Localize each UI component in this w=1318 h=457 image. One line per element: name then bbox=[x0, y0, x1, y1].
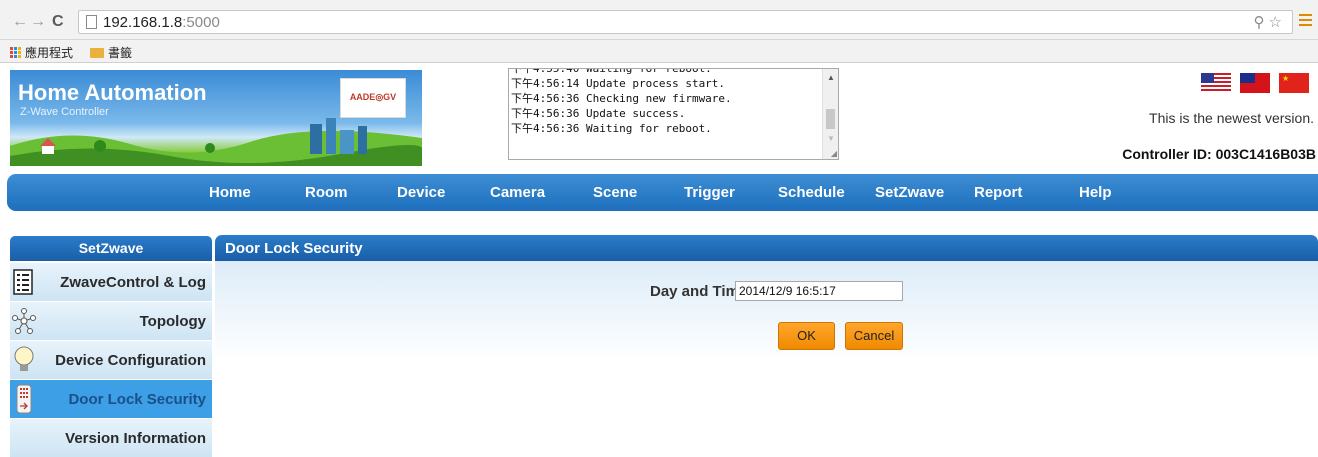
panel-title: Door Lock Security bbox=[225, 240, 363, 257]
brand-logo: AADE◎GV bbox=[340, 78, 406, 118]
panel-header: Door Lock Security bbox=[215, 235, 1318, 261]
us-flag-icon[interactable] bbox=[1201, 73, 1231, 93]
page-icon bbox=[86, 15, 97, 29]
cancel-button[interactable]: Cancel bbox=[845, 322, 903, 350]
door-lock-icon bbox=[16, 384, 32, 414]
scroll-down-icon[interactable]: ▼ bbox=[827, 134, 835, 143]
bookmarks-bar: 應用程式 書籤 bbox=[0, 40, 1318, 63]
sidebar-item-zwavecontrol-log[interactable]: ZwaveControl & Log bbox=[10, 263, 212, 301]
url-text: 192.168.1.8:5000 bbox=[103, 14, 220, 31]
controller-id: Controller ID: 003C1416B03B bbox=[1122, 146, 1316, 162]
nav-room[interactable]: Room bbox=[305, 184, 348, 201]
star-icon[interactable]: ☆ bbox=[1269, 14, 1286, 31]
forward-arrow-icon[interactable]: → bbox=[30, 14, 46, 30]
apps-icon bbox=[10, 47, 21, 58]
update-log-text: 下午4:55:40 Waiting for reboot. 下午4:56:14 … bbox=[511, 68, 732, 135]
sidebar-item-device-configuration[interactable]: Device Configuration bbox=[10, 341, 212, 379]
sidebar-item-topology[interactable]: Topology bbox=[10, 302, 212, 340]
nav-camera[interactable]: Camera bbox=[490, 184, 545, 201]
bookmark-folder[interactable]: 書籤 bbox=[90, 44, 132, 61]
nav-report[interactable]: Report bbox=[974, 184, 1022, 201]
nav-scene[interactable]: Scene bbox=[593, 184, 637, 201]
nav-setzwave[interactable]: SetZwave bbox=[875, 184, 944, 201]
reload-icon[interactable]: C bbox=[52, 14, 64, 30]
log-scrollbar[interactable]: ▲ ▼ bbox=[822, 69, 838, 159]
main-navigation: Home Room Device Camera Scene Trigger Sc… bbox=[7, 174, 1318, 211]
sidebar-item-door-lock-security[interactable]: Door Lock Security bbox=[10, 380, 212, 418]
list-icon bbox=[13, 269, 33, 295]
landscape-illustration bbox=[10, 118, 422, 166]
folder-icon bbox=[90, 47, 104, 58]
back-arrow-icon[interactable]: ← bbox=[12, 14, 28, 30]
scroll-thumb[interactable] bbox=[826, 109, 835, 129]
lightbulb-icon bbox=[14, 346, 34, 371]
door-lock-form: Day and Time: OK Cancel bbox=[215, 261, 1318, 361]
sidebar-title: SetZwave bbox=[10, 236, 212, 261]
logo-title: Home Automation bbox=[18, 80, 207, 105]
language-selector bbox=[1201, 73, 1311, 93]
logo-banner: Home Automation Z-Wave Controller AADE◎G… bbox=[10, 70, 422, 166]
nav-home[interactable]: Home bbox=[209, 184, 251, 201]
nav-device[interactable]: Device bbox=[397, 184, 445, 201]
china-flag-icon[interactable] bbox=[1279, 73, 1309, 93]
nav-help[interactable]: Help bbox=[1079, 184, 1112, 201]
address-bar[interactable]: 192.168.1.8:5000 ⚲☆ bbox=[78, 10, 1293, 34]
ok-button[interactable]: OK bbox=[778, 322, 835, 350]
nav-schedule[interactable]: Schedule bbox=[778, 184, 845, 201]
update-log-textarea[interactable]: 下午4:55:40 Waiting for reboot. 下午4:56:14 … bbox=[508, 68, 839, 160]
taiwan-flag-icon[interactable] bbox=[1240, 73, 1270, 93]
day-time-input[interactable] bbox=[735, 281, 903, 301]
version-status: This is the newest version. bbox=[1149, 110, 1314, 126]
resize-handle-icon[interactable]: ◢ bbox=[831, 149, 837, 158]
menu-icon[interactable] bbox=[1299, 14, 1312, 26]
topology-icon bbox=[12, 308, 36, 334]
browser-toolbar: ← → C 192.168.1.8:5000 ⚲☆ bbox=[0, 0, 1318, 40]
bookmark-apps[interactable]: 應用程式 bbox=[10, 44, 73, 61]
nav-trigger[interactable]: Trigger bbox=[684, 184, 735, 201]
key-icon[interactable]: ⚲ bbox=[1254, 14, 1269, 31]
scroll-up-icon[interactable]: ▲ bbox=[827, 73, 835, 82]
sidebar-item-version-information[interactable]: Version Information bbox=[10, 419, 212, 457]
